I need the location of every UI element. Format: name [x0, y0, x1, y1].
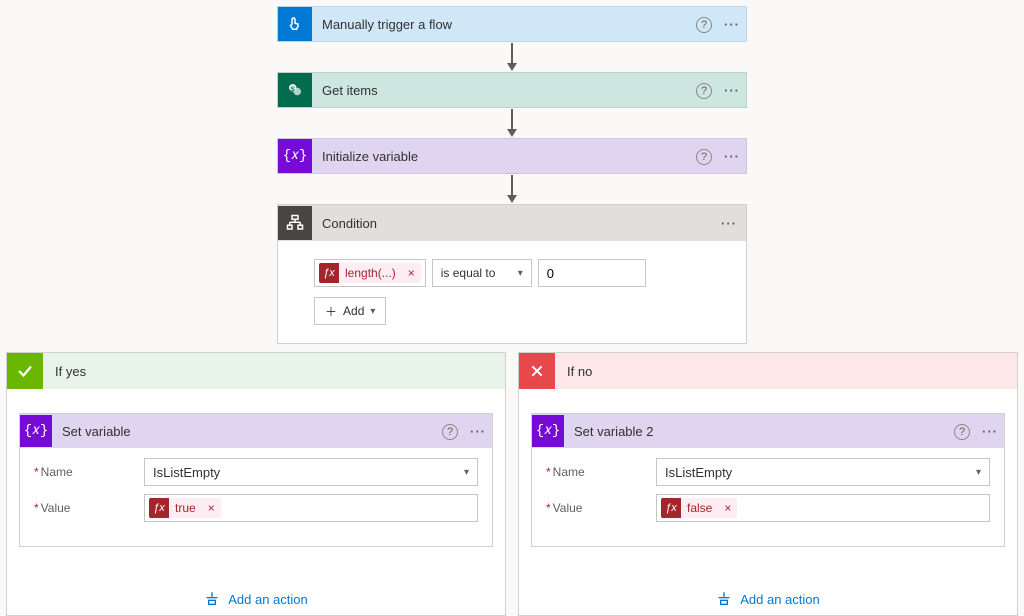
branch-yes-label: If yes — [43, 364, 86, 379]
add-action-icon — [204, 591, 220, 607]
more-icon[interactable]: ··· — [976, 424, 1004, 439]
condition-right-value[interactable] — [538, 259, 646, 287]
name-label: Name — [34, 465, 144, 479]
variable-value-field[interactable]: ƒx false × — [656, 494, 990, 522]
help-icon[interactable]: ? — [948, 423, 976, 440]
add-action-label: Add an action — [228, 592, 308, 607]
condition-left-operand[interactable]: ƒx length(...) × — [314, 259, 426, 287]
fx-icon: ƒx — [149, 498, 169, 518]
condition-title: Condition — [312, 216, 712, 231]
fx-icon: ƒx — [661, 498, 681, 518]
trigger-step[interactable]: Manually trigger a flow ? ··· — [277, 6, 747, 42]
expression-label: true — [169, 501, 202, 515]
expression-chip[interactable]: ƒx length(...) × — [319, 263, 421, 283]
variable-name-value: IsListEmpty — [153, 465, 220, 480]
arrow-icon — [505, 108, 519, 138]
get-items-title: Get items — [312, 83, 690, 98]
setvar-no-body: Name IsListEmpty ▾ Value ƒx fa — [532, 448, 1004, 546]
sharepoint-icon: S — [278, 73, 312, 107]
help-icon[interactable]: ? — [690, 16, 718, 33]
chevron-down-icon: ▾ — [976, 467, 981, 478]
add-label: Add — [343, 304, 364, 318]
add-action-icon — [716, 591, 732, 607]
condition-step: Condition ··· ƒx length(...) × is equal … — [277, 204, 747, 344]
add-action-button[interactable]: Add an action — [204, 591, 308, 607]
fx-icon: ƒx — [319, 263, 339, 283]
condition-body: ƒx length(...) × is equal to ▾ ＋ Add ▾ — [278, 241, 746, 343]
more-icon[interactable]: ··· — [718, 83, 746, 98]
arrow-icon — [505, 42, 519, 72]
variable-icon: {𝑥} — [278, 139, 312, 173]
branch-no-label: If no — [555, 364, 592, 379]
initialize-variable-step[interactable]: {𝑥} Initialize variable ? ··· — [277, 138, 747, 174]
get-items-step[interactable]: S Get items ? ··· — [277, 72, 747, 108]
variable-icon: {𝑥} — [20, 415, 52, 447]
expression-chip[interactable]: ƒx true × — [149, 498, 221, 518]
chevron-down-icon: ▾ — [518, 268, 523, 279]
setvar-yes-title: Set variable — [52, 424, 436, 439]
branch-no: If no {𝑥} Set variable 2 ? ··· Name I — [518, 352, 1018, 616]
initvar-title: Initialize variable — [312, 149, 690, 164]
chevron-down-icon: ▾ — [464, 467, 469, 478]
name-label: Name — [546, 465, 656, 479]
variable-name-select[interactable]: IsListEmpty ▾ — [144, 458, 478, 486]
flow-canvas: Manually trigger a flow ? ··· S Get item… — [0, 0, 1024, 616]
operator-label: is equal to — [441, 266, 496, 280]
close-icon — [519, 353, 555, 389]
expression-label: length(...) — [339, 266, 402, 280]
condition-branches: If yes {𝑥} Set variable ? ··· Name Is — [3, 352, 1021, 616]
remove-icon[interactable]: × — [402, 266, 421, 280]
value-label: Value — [34, 501, 144, 515]
condition-operator-select[interactable]: is equal to ▾ — [432, 259, 532, 287]
set-variable-yes-header[interactable]: {𝑥} Set variable ? ··· — [20, 414, 492, 448]
condition-icon — [278, 206, 312, 240]
svg-text:S: S — [291, 86, 296, 93]
set-variable-no-header[interactable]: {𝑥} Set variable 2 ? ··· — [532, 414, 1004, 448]
value-label: Value — [546, 501, 656, 515]
trigger-title: Manually trigger a flow — [312, 17, 690, 32]
more-icon[interactable]: ··· — [718, 149, 746, 164]
setvar-yes-body: Name IsListEmpty ▾ Value ƒx tr — [20, 448, 492, 546]
add-action-label: Add an action — [740, 592, 820, 607]
more-icon[interactable]: ··· — [712, 216, 746, 231]
expression-label: false — [681, 501, 718, 515]
variable-name-value: IsListEmpty — [665, 465, 732, 480]
check-icon — [7, 353, 43, 389]
condition-row: ƒx length(...) × is equal to ▾ — [314, 259, 710, 287]
arrow-icon — [505, 174, 519, 204]
expression-chip[interactable]: ƒx false × — [661, 498, 737, 518]
set-variable-yes: {𝑥} Set variable ? ··· Name IsListEmpty … — [19, 413, 493, 547]
touch-icon — [278, 7, 312, 41]
branch-no-header: If no — [519, 353, 1017, 389]
chevron-down-icon: ▾ — [370, 306, 375, 317]
remove-icon[interactable]: × — [718, 501, 737, 515]
plus-icon: ＋ — [325, 303, 337, 320]
remove-icon[interactable]: × — [202, 501, 221, 515]
set-variable-no: {𝑥} Set variable 2 ? ··· Name IsListEmpt… — [531, 413, 1005, 547]
branch-yes: If yes {𝑥} Set variable ? ··· Name Is — [6, 352, 506, 616]
variable-value-field[interactable]: ƒx true × — [144, 494, 478, 522]
help-icon[interactable]: ? — [690, 148, 718, 165]
more-icon[interactable]: ··· — [718, 17, 746, 32]
branch-no-body: {𝑥} Set variable 2 ? ··· Name IsListEmpt… — [519, 389, 1017, 615]
condition-header[interactable]: Condition ··· — [278, 205, 746, 241]
help-icon[interactable]: ? — [690, 82, 718, 99]
branch-yes-header: If yes — [7, 353, 505, 389]
setvar-no-title: Set variable 2 — [564, 424, 948, 439]
variable-name-select[interactable]: IsListEmpty ▾ — [656, 458, 990, 486]
variable-icon: {𝑥} — [532, 415, 564, 447]
add-action-button[interactable]: Add an action — [716, 591, 820, 607]
add-condition-button[interactable]: ＋ Add ▾ — [314, 297, 386, 325]
help-icon[interactable]: ? — [436, 423, 464, 440]
more-icon[interactable]: ··· — [464, 424, 492, 439]
branch-yes-body: {𝑥} Set variable ? ··· Name IsListEmpty … — [7, 389, 505, 615]
